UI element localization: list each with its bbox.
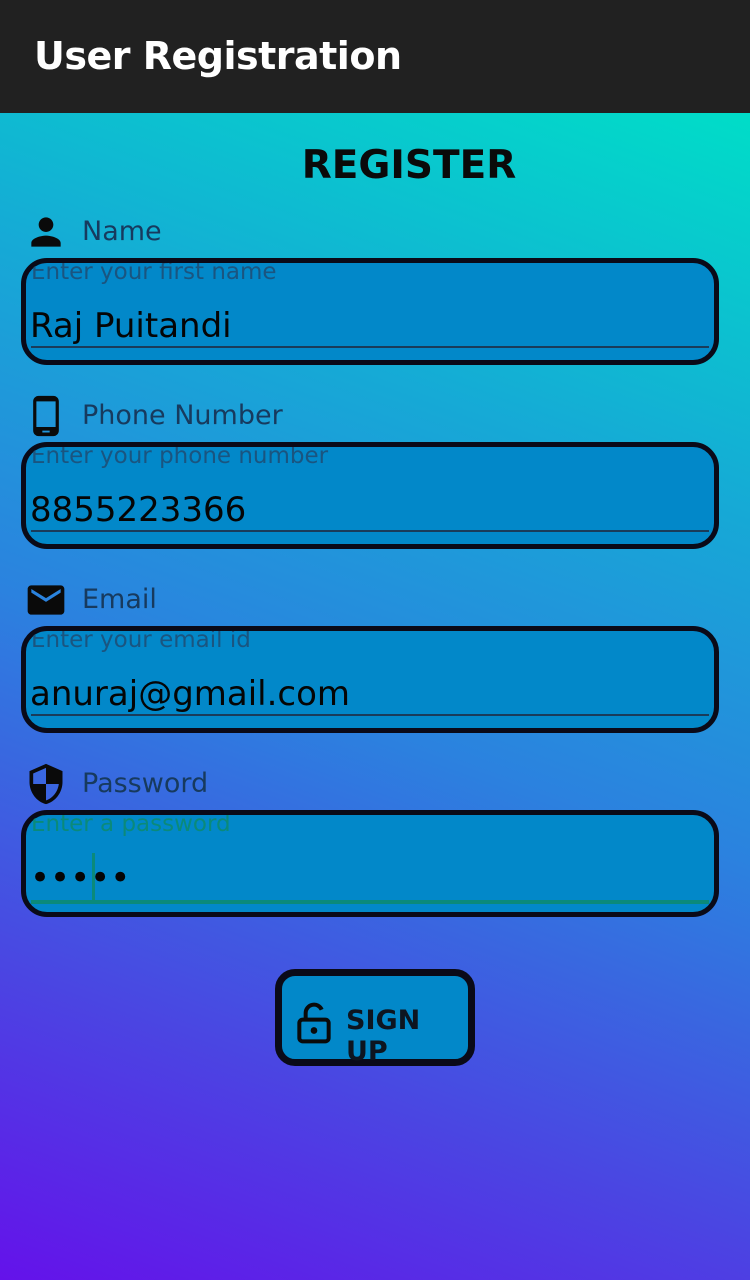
phone-hint: Enter your phone number: [31, 447, 329, 469]
phone-label: Phone Number: [82, 400, 283, 431]
page-title: REGISTER: [301, 143, 517, 188]
password-value[interactable]: •••••: [30, 858, 130, 898]
password-underline: [31, 900, 709, 904]
email-value[interactable]: anuraj@gmail.com: [30, 674, 350, 714]
phone-icon: [33, 395, 59, 437]
name-field[interactable]: Enter your first name Raj Puitandi: [21, 258, 719, 365]
shield-icon: [29, 763, 63, 805]
email-hint: Enter your email id: [31, 631, 251, 653]
phone-underline: [31, 530, 709, 532]
app-bar: User Registration: [0, 0, 750, 113]
person-icon: [31, 217, 61, 247]
phone-value[interactable]: 8855223366: [30, 490, 246, 530]
email-field[interactable]: Enter your email id anuraj@gmail.com: [21, 626, 719, 733]
app-title: User Registration: [34, 34, 402, 78]
password-hint: Enter a password: [31, 815, 231, 837]
text-cursor: [92, 853, 95, 903]
email-label: Email: [82, 584, 157, 615]
sign-up-button[interactable]: SIGN UP: [275, 969, 475, 1067]
mail-icon: [27, 585, 65, 615]
registration-screen: REGISTER Name Enter your first name Raj …: [0, 113, 750, 1280]
name-hint: Enter your first name: [31, 263, 277, 285]
password-field[interactable]: Enter a password •••••: [21, 810, 719, 917]
email-underline: [31, 714, 709, 716]
sign-up-label: SIGN UP: [346, 1005, 421, 1067]
name-value[interactable]: Raj Puitandi: [30, 306, 232, 346]
name-label: Name: [82, 216, 162, 247]
password-label: Password: [82, 768, 209, 799]
phone-field[interactable]: Enter your phone number 8855223366: [21, 442, 719, 549]
lock-open-icon: [297, 1002, 331, 1044]
name-underline: [31, 346, 709, 348]
